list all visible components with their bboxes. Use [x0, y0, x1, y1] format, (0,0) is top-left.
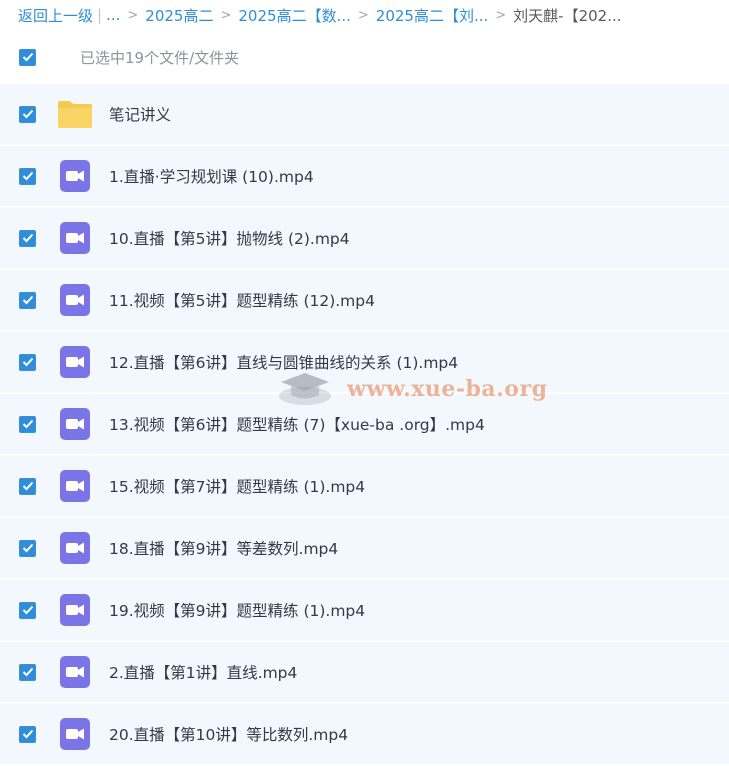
breadcrumb-divider: | [97, 6, 103, 24]
row-checkbox[interactable] [19, 229, 36, 247]
video-file-icon [56, 530, 94, 566]
video-file-icon [56, 468, 94, 504]
video-file-icon [56, 716, 94, 752]
file-row[interactable]: 1.直播·学习规划课 (10).mp4 [0, 146, 729, 208]
video-file-icon [56, 282, 94, 318]
chevron-right-icon: > [220, 7, 232, 23]
row-checkbox[interactable] [19, 105, 36, 123]
file-row[interactable]: 11.视频【第5讲】题型精练 (12).mp4 [0, 270, 729, 332]
video-file-icon [56, 220, 94, 256]
breadcrumb-item[interactable]: 2025高二【刘... [376, 5, 488, 26]
file-row[interactable]: 18.直播【第9讲】等差数列.mp4 [0, 518, 729, 580]
row-checkbox[interactable] [19, 415, 36, 433]
row-checkbox[interactable] [19, 477, 36, 495]
file-row[interactable]: 15.视频【第7讲】题型精练 (1).mp4 [0, 456, 729, 518]
chevron-right-icon: > [127, 7, 139, 23]
row-checkbox[interactable] [19, 601, 36, 619]
file-name[interactable]: 20.直播【第10讲】等比数列.mp4 [109, 723, 348, 745]
file-list: 笔记讲义 1.直播·学习规划课 (10).mp4 10.直播【第5讲】抛物线 (2)… [0, 84, 729, 766]
row-checkbox[interactable] [19, 353, 36, 371]
row-checkbox[interactable] [19, 539, 36, 557]
select-all-checkbox[interactable] [19, 48, 36, 66]
breadcrumb-ellipsis[interactable]: ... [106, 6, 120, 24]
file-name[interactable]: 笔记讲义 [109, 103, 171, 125]
back-link[interactable]: 返回上一级 [18, 5, 93, 26]
video-file-icon [56, 592, 94, 628]
folder-row[interactable]: 笔记讲义 [0, 84, 729, 146]
video-file-icon [56, 654, 94, 690]
file-row[interactable]: 2.直播【第1讲】直线.mp4 [0, 642, 729, 704]
file-row[interactable]: 13.视频【第6讲】题型精练 (7)【xue-ba .org】.mp4 [0, 394, 729, 456]
row-checkbox[interactable] [19, 291, 36, 309]
file-name[interactable]: 18.直播【第9讲】等差数列.mp4 [109, 537, 338, 559]
file-name[interactable]: 15.视频【第7讲】题型精练 (1).mp4 [109, 475, 365, 497]
video-file-icon [56, 406, 94, 442]
breadcrumb-item[interactable]: 2025高二 [145, 5, 213, 26]
breadcrumb-item[interactable]: 2025高二【数... [238, 5, 350, 26]
file-row[interactable]: 10.直播【第5讲】抛物线 (2).mp4 [0, 208, 729, 270]
file-row[interactable]: 12.直播【第6讲】直线与圆锥曲线的关系 (1).mp4 [0, 332, 729, 394]
file-row[interactable]: 20.直播【第10讲】等比数列.mp4 [0, 704, 729, 766]
row-checkbox[interactable] [19, 167, 36, 185]
file-name[interactable]: 11.视频【第5讲】题型精练 (12).mp4 [109, 289, 375, 311]
chevron-right-icon: > [357, 7, 369, 23]
breadcrumb-current: 刘天麒-【202... [513, 6, 622, 25]
file-name[interactable]: 12.直播【第6讲】直线与圆锥曲线的关系 (1).mp4 [109, 351, 458, 373]
file-name[interactable]: 1.直播·学习规划课 (10).mp4 [109, 165, 314, 187]
select-all-row: 已选中19个文件/文件夹 [0, 30, 729, 84]
selection-count: 已选中19个文件/文件夹 [80, 48, 240, 67]
row-checkbox[interactable] [19, 725, 36, 743]
file-name[interactable]: 13.视频【第6讲】题型精练 (7)【xue-ba .org】.mp4 [109, 413, 485, 435]
row-checkbox[interactable] [19, 663, 36, 681]
file-row[interactable]: 19.视频【第9讲】题型精练 (1).mp4 [0, 580, 729, 642]
chevron-right-icon: > [495, 7, 507, 23]
video-file-icon [56, 158, 94, 194]
file-name[interactable]: 19.视频【第9讲】题型精练 (1).mp4 [109, 599, 365, 621]
video-file-icon [56, 344, 94, 380]
file-name[interactable]: 10.直播【第5讲】抛物线 (2).mp4 [109, 227, 350, 249]
file-name[interactable]: 2.直播【第1讲】直线.mp4 [109, 661, 297, 683]
breadcrumb: 返回上一级 | ... > 2025高二 > 2025高二【数... > 202… [0, 0, 729, 30]
folder-icon [56, 96, 94, 132]
